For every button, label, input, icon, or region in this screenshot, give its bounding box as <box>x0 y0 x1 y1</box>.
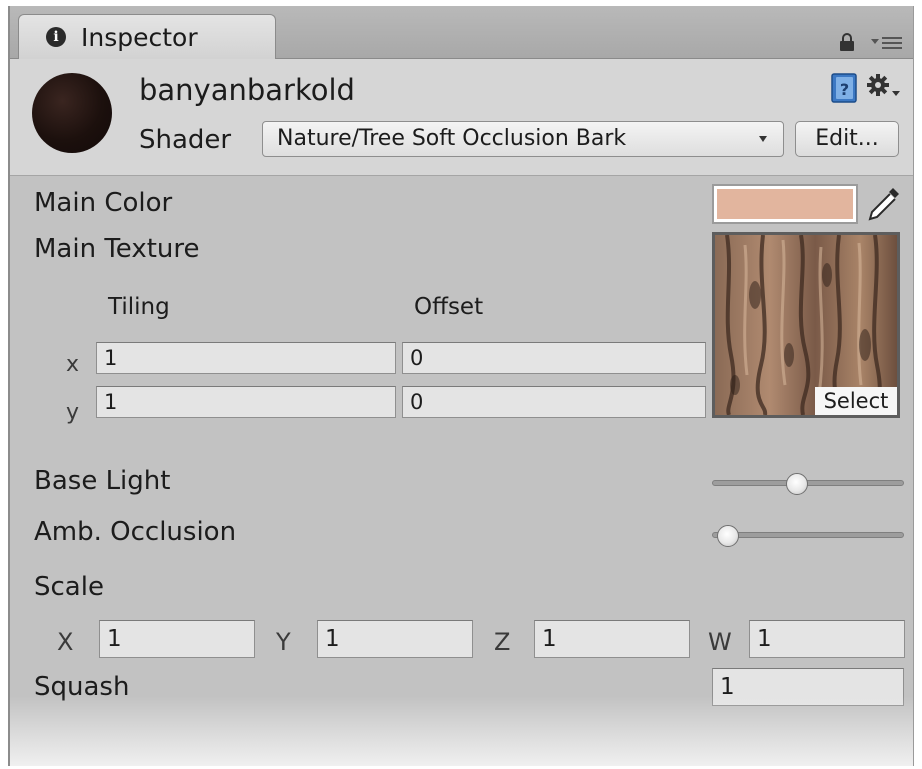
amb-occlusion-label: Amb. Occlusion <box>34 517 237 547</box>
offset-label: Offset <box>414 294 484 320</box>
panel-footer-fade <box>10 696 913 766</box>
edit-shader-button[interactable]: Edit... <box>795 121 899 157</box>
texture-select-button[interactable]: Select <box>815 387 897 415</box>
offset-x-field[interactable]: 0 <box>402 342 706 374</box>
tab-inspector[interactable]: i Inspector <box>18 14 276 59</box>
info-icon: i <box>46 27 66 47</box>
scale-label: Scale <box>34 572 104 602</box>
menu-icon[interactable] <box>871 35 903 51</box>
tab-strip: i Inspector <box>10 6 913 59</box>
scale-x-field[interactable]: 1 <box>99 620 255 658</box>
gear-icon[interactable] <box>865 73 901 101</box>
main-texture-label: Main Texture <box>34 234 200 264</box>
amb-occlusion-slider[interactable] <box>712 525 904 547</box>
amb-occlusion-slider-thumb[interactable] <box>717 525 740 547</box>
tiling-y-field[interactable]: 1 <box>96 386 396 418</box>
tab-title: Inspector <box>81 23 198 52</box>
help-book-icon[interactable]: ? <box>831 73 857 103</box>
base-light-slider[interactable] <box>712 473 904 495</box>
main-color-label: Main Color <box>34 188 173 218</box>
tiling-x-field[interactable]: 1 <box>96 342 396 374</box>
scale-z-field[interactable]: 1 <box>534 620 690 658</box>
shader-value: Nature/Tree Soft Occlusion Bark <box>277 126 627 151</box>
material-name: banyanbarkold <box>139 73 355 107</box>
scale-x-label: X <box>57 628 74 656</box>
base-light-slider-thumb[interactable] <box>785 473 808 495</box>
inspector-window: i Inspector banyanbarkold ? Shader Natur… <box>8 6 914 766</box>
shader-dropdown[interactable]: Nature/Tree Soft Occlusion Bark <box>262 121 784 157</box>
material-preview <box>32 73 112 153</box>
scale-w-label: W <box>708 628 732 656</box>
offset-y-field[interactable]: 0 <box>402 386 706 418</box>
lock-icon[interactable] <box>837 32 857 52</box>
tiling-y-axis-label: y <box>66 400 80 425</box>
main-texture-slot[interactable]: Select <box>712 232 900 418</box>
scale-w-field[interactable]: 1 <box>749 620 905 658</box>
main-color-swatch <box>717 189 853 219</box>
svg-text:?: ? <box>840 80 849 99</box>
chevron-down-icon <box>759 136 767 142</box>
main-color-field[interactable] <box>712 184 858 224</box>
scale-z-label: Z <box>494 628 511 656</box>
scale-y-field[interactable]: 1 <box>317 620 473 658</box>
eyedropper-icon[interactable] <box>866 184 902 224</box>
scale-y-label: Y <box>276 628 291 656</box>
base-light-label: Base Light <box>34 466 171 496</box>
tiling-label: Tiling <box>108 294 170 320</box>
material-header: banyanbarkold ? Shader Nature/Tree Soft … <box>10 59 913 176</box>
tiling-x-axis-label: x <box>66 352 80 377</box>
shader-label: Shader <box>139 125 232 155</box>
